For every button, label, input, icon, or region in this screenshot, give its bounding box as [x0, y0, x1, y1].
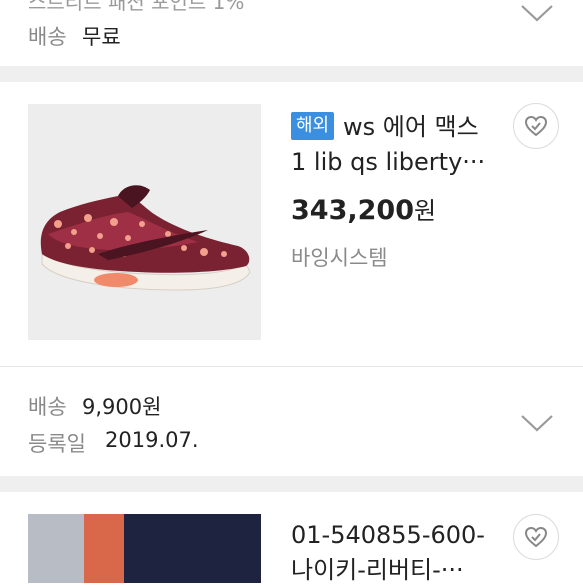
registered-label: 등록일 [28, 432, 86, 456]
registered-value: 2019.07. [105, 428, 199, 452]
price-currency: 원 [413, 197, 437, 225]
prev-expand-button[interactable] [520, 2, 554, 24]
product-image[interactable] [28, 514, 261, 583]
chevron-down-icon [521, 5, 553, 22]
wishlist-button[interactable] [513, 514, 559, 560]
heart-icon [524, 115, 548, 137]
image-accent-strip [84, 514, 124, 583]
prev-shipping-value: 무료 [82, 25, 121, 49]
image-left-strip [28, 514, 88, 583]
chevron-down-icon [521, 415, 553, 432]
product-title-line2[interactable]: 나이키-리버티-··· [291, 553, 464, 587]
shipping-label: 배송 [28, 395, 67, 419]
wishlist-button[interactable] [513, 103, 559, 149]
heart-icon [524, 526, 548, 548]
product-image[interactable] [28, 104, 261, 340]
sneaker-image [40, 185, 251, 291]
product-price: 343,200원 [291, 191, 436, 226]
price-amount: 343,200 [291, 195, 414, 226]
product-title-line1[interactable]: ws 에어 맥스 [343, 110, 479, 144]
expand-details-button[interactable] [520, 412, 554, 434]
product-title-line1[interactable]: 01-540855-600- [291, 518, 485, 552]
prev-item-partial-text: 스트리트 패션 포인트 1% [28, 0, 245, 14]
seller-name[interactable]: 바잉시스템 [291, 242, 388, 272]
item-divider [0, 366, 583, 367]
prev-shipping-label: 배송 [28, 25, 67, 49]
overseas-badge: 해외 [291, 112, 335, 140]
image-dark-area [124, 514, 261, 583]
product-title-line2[interactable]: 1 lib qs liberty··· [291, 145, 485, 179]
section-separator [0, 476, 583, 492]
section-separator [0, 66, 583, 82]
shipping-value: 9,900원 [82, 395, 162, 419]
